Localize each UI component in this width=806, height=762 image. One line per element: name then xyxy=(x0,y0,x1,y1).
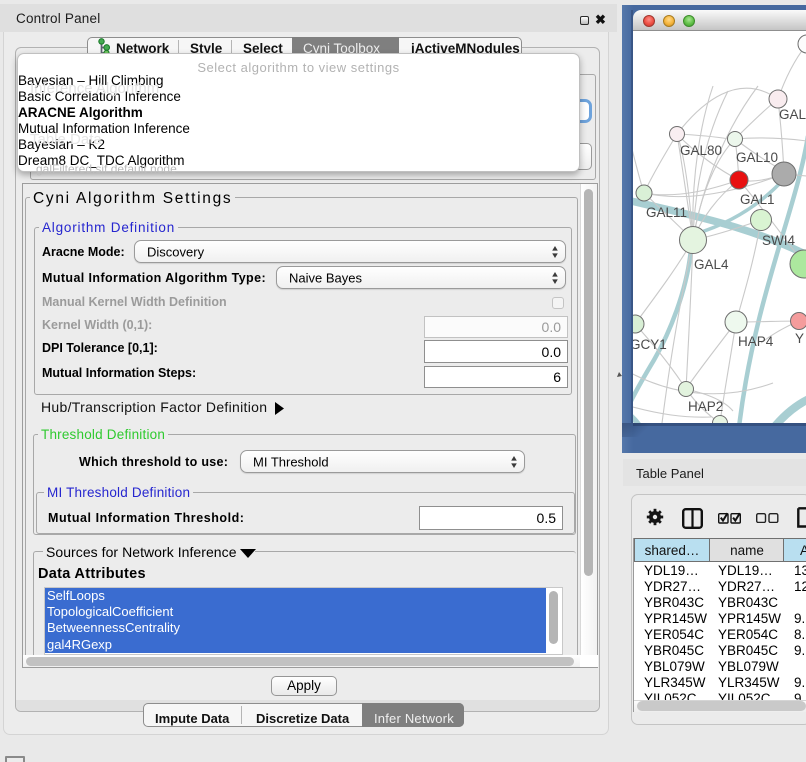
svg-text:GAL80: GAL80 xyxy=(680,143,722,158)
svg-text:SWI4: SWI4 xyxy=(762,233,795,248)
svg-text:GAL1: GAL1 xyxy=(740,192,775,207)
svg-text:HAP2: HAP2 xyxy=(688,399,723,414)
svg-text:HAP4: HAP4 xyxy=(738,334,774,349)
svg-text:GCY1: GCY1 xyxy=(633,337,667,352)
svg-text:GAL4: GAL4 xyxy=(694,257,729,272)
svg-text:Y: Y xyxy=(795,331,804,346)
svg-text:GAL11: GAL11 xyxy=(646,205,687,220)
svg-text:GAL: GAL xyxy=(779,107,806,122)
svg-text:GAL10: GAL10 xyxy=(736,150,778,165)
